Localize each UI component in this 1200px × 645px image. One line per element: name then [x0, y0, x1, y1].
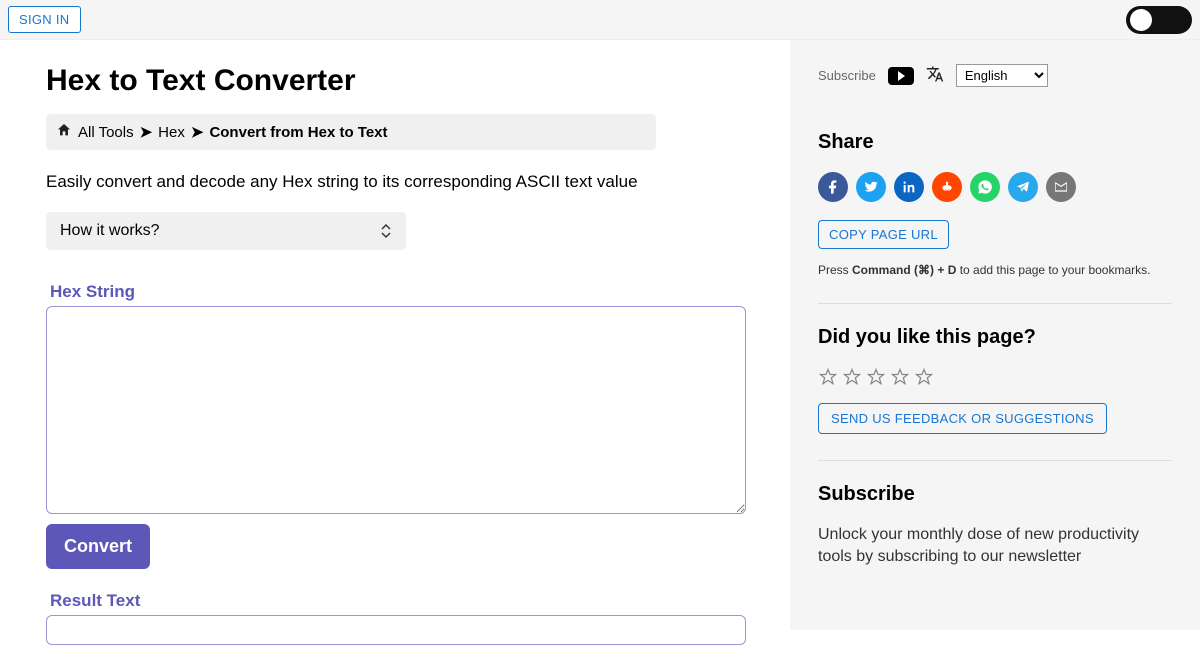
- hex-input[interactable]: [46, 306, 746, 514]
- star-3[interactable]: [866, 367, 886, 387]
- star-1[interactable]: [818, 367, 838, 387]
- rating-heading: Did you like this page?: [818, 326, 1172, 349]
- subscribe-row: Subscribe English: [818, 64, 1172, 87]
- topbar: SIGN IN: [0, 0, 1200, 40]
- share-email[interactable]: [1046, 172, 1076, 202]
- star-4[interactable]: [890, 367, 910, 387]
- subscribe-heading: Subscribe: [818, 483, 1172, 506]
- feedback-button[interactable]: SEND US FEEDBACK OR SUGGESTIONS: [818, 403, 1107, 434]
- breadcrumb-hex[interactable]: Hex: [158, 124, 185, 141]
- bookmark-hint: Press Command (⌘) + D to add this page t…: [818, 263, 1172, 277]
- share-whatsapp[interactable]: [970, 172, 1000, 202]
- chevron-updown-icon: [380, 223, 392, 239]
- theme-toggle[interactable]: [1126, 6, 1192, 34]
- breadcrumb-current: Convert from Hex to Text: [209, 124, 387, 141]
- hex-input-label: Hex String: [50, 282, 790, 302]
- page-title: Hex to Text Converter: [46, 64, 790, 98]
- star-5[interactable]: [914, 367, 934, 387]
- share-telegram[interactable]: [1008, 172, 1038, 202]
- page-description: Easily convert and decode any Hex string…: [46, 172, 790, 192]
- divider: [818, 460, 1172, 461]
- subscribe-text: Unlock your monthly dose of new producti…: [818, 524, 1172, 569]
- language-select[interactable]: English: [956, 64, 1048, 87]
- signin-button[interactable]: SIGN IN: [8, 6, 81, 33]
- share-linkedin[interactable]: [894, 172, 924, 202]
- star-2[interactable]: [842, 367, 862, 387]
- share-heading: Share: [818, 131, 1172, 154]
- main-content: Hex to Text Converter All Tools ➤ Hex ➤ …: [0, 40, 790, 630]
- breadcrumb: All Tools ➤ Hex ➤ Convert from Hex to Te…: [46, 114, 656, 150]
- breadcrumb-separator: ➤: [140, 123, 153, 141]
- home-icon[interactable]: [56, 122, 72, 142]
- share-buttons: [818, 172, 1172, 202]
- subscribe-label: Subscribe: [818, 68, 876, 83]
- youtube-icon[interactable]: [888, 67, 914, 85]
- sidebar: Subscribe English Share: [790, 40, 1200, 630]
- result-output[interactable]: [46, 615, 746, 645]
- share-facebook[interactable]: [818, 172, 848, 202]
- divider: [818, 303, 1172, 304]
- copy-url-button[interactable]: COPY PAGE URL: [818, 220, 949, 249]
- share-twitter[interactable]: [856, 172, 886, 202]
- result-label: Result Text: [50, 591, 790, 611]
- share-reddit[interactable]: [932, 172, 962, 202]
- star-rating: [818, 367, 1172, 387]
- toggle-knob: [1130, 9, 1152, 31]
- layout: Hex to Text Converter All Tools ➤ Hex ➤ …: [0, 40, 1200, 630]
- breadcrumb-separator: ➤: [191, 123, 204, 141]
- convert-button[interactable]: Convert: [46, 524, 150, 569]
- breadcrumb-all-tools[interactable]: All Tools: [78, 124, 134, 141]
- translate-icon: [926, 65, 944, 86]
- how-it-works-toggle[interactable]: How it works?: [46, 212, 406, 250]
- how-it-works-label: How it works?: [60, 222, 160, 240]
